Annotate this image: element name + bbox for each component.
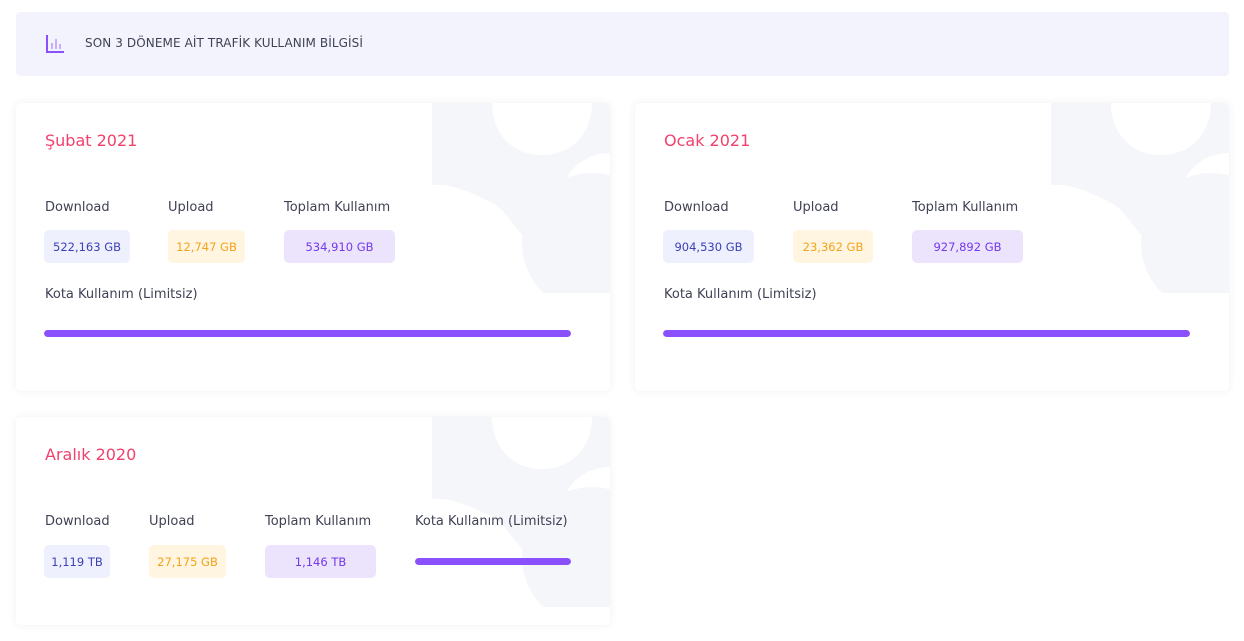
download-value: 904,530 GB	[663, 230, 754, 263]
bar-chart-icon	[46, 35, 64, 53]
period-card: Ocak 2021 Download Upload Toplam Kullanı…	[635, 103, 1229, 391]
period-title: Şubat 2021	[45, 131, 138, 150]
section-title: SON 3 DÖNEME AİT TRAFİK KULLANIM BİLGİSİ	[85, 36, 364, 50]
quota-label: Kota Kullanım (Limitsiz)	[45, 287, 198, 302]
quota-progress-fill	[415, 558, 571, 565]
total-label: Toplam Kullanım	[284, 200, 391, 215]
upload-value: 27,175 GB	[149, 545, 226, 578]
upload-label: Upload	[793, 200, 839, 215]
period-card: Şubat 2021 Download Upload Toplam Kullan…	[16, 103, 610, 391]
download-label: Download	[664, 200, 729, 215]
upload-value: 12,747 GB	[168, 230, 245, 263]
decorative-shape-icon	[432, 103, 610, 293]
quota-progress-bar	[44, 330, 571, 337]
upload-label: Upload	[149, 514, 195, 529]
total-value: 1,146 TB	[265, 545, 376, 578]
total-value: 927,892 GB	[912, 230, 1023, 263]
decorative-shape-icon	[432, 417, 610, 607]
upload-label: Upload	[168, 200, 214, 215]
download-label: Download	[45, 200, 110, 215]
period-title: Ocak 2021	[664, 131, 751, 150]
quota-progress-bar	[415, 558, 571, 565]
quota-progress-fill	[663, 330, 1190, 337]
download-value: 522,163 GB	[44, 230, 130, 263]
upload-value: 23,362 GB	[793, 230, 873, 263]
quota-progress-bar	[663, 330, 1190, 337]
download-value: 1,119 TB	[44, 545, 110, 578]
total-label: Toplam Kullanım	[265, 514, 372, 529]
total-value: 534,910 GB	[284, 230, 395, 263]
decorative-shape-icon	[1051, 103, 1229, 293]
quota-label: Kota Kullanım (Limitsiz)	[415, 514, 568, 529]
period-card: Aralık 2020 Download Upload Toplam Kulla…	[16, 417, 610, 625]
quota-progress-fill	[44, 330, 571, 337]
quota-label: Kota Kullanım (Limitsiz)	[664, 287, 817, 302]
section-header: SON 3 DÖNEME AİT TRAFİK KULLANIM BİLGİSİ	[16, 12, 1229, 76]
download-label: Download	[45, 514, 110, 529]
period-title: Aralık 2020	[45, 445, 137, 464]
total-label: Toplam Kullanım	[912, 200, 1019, 215]
